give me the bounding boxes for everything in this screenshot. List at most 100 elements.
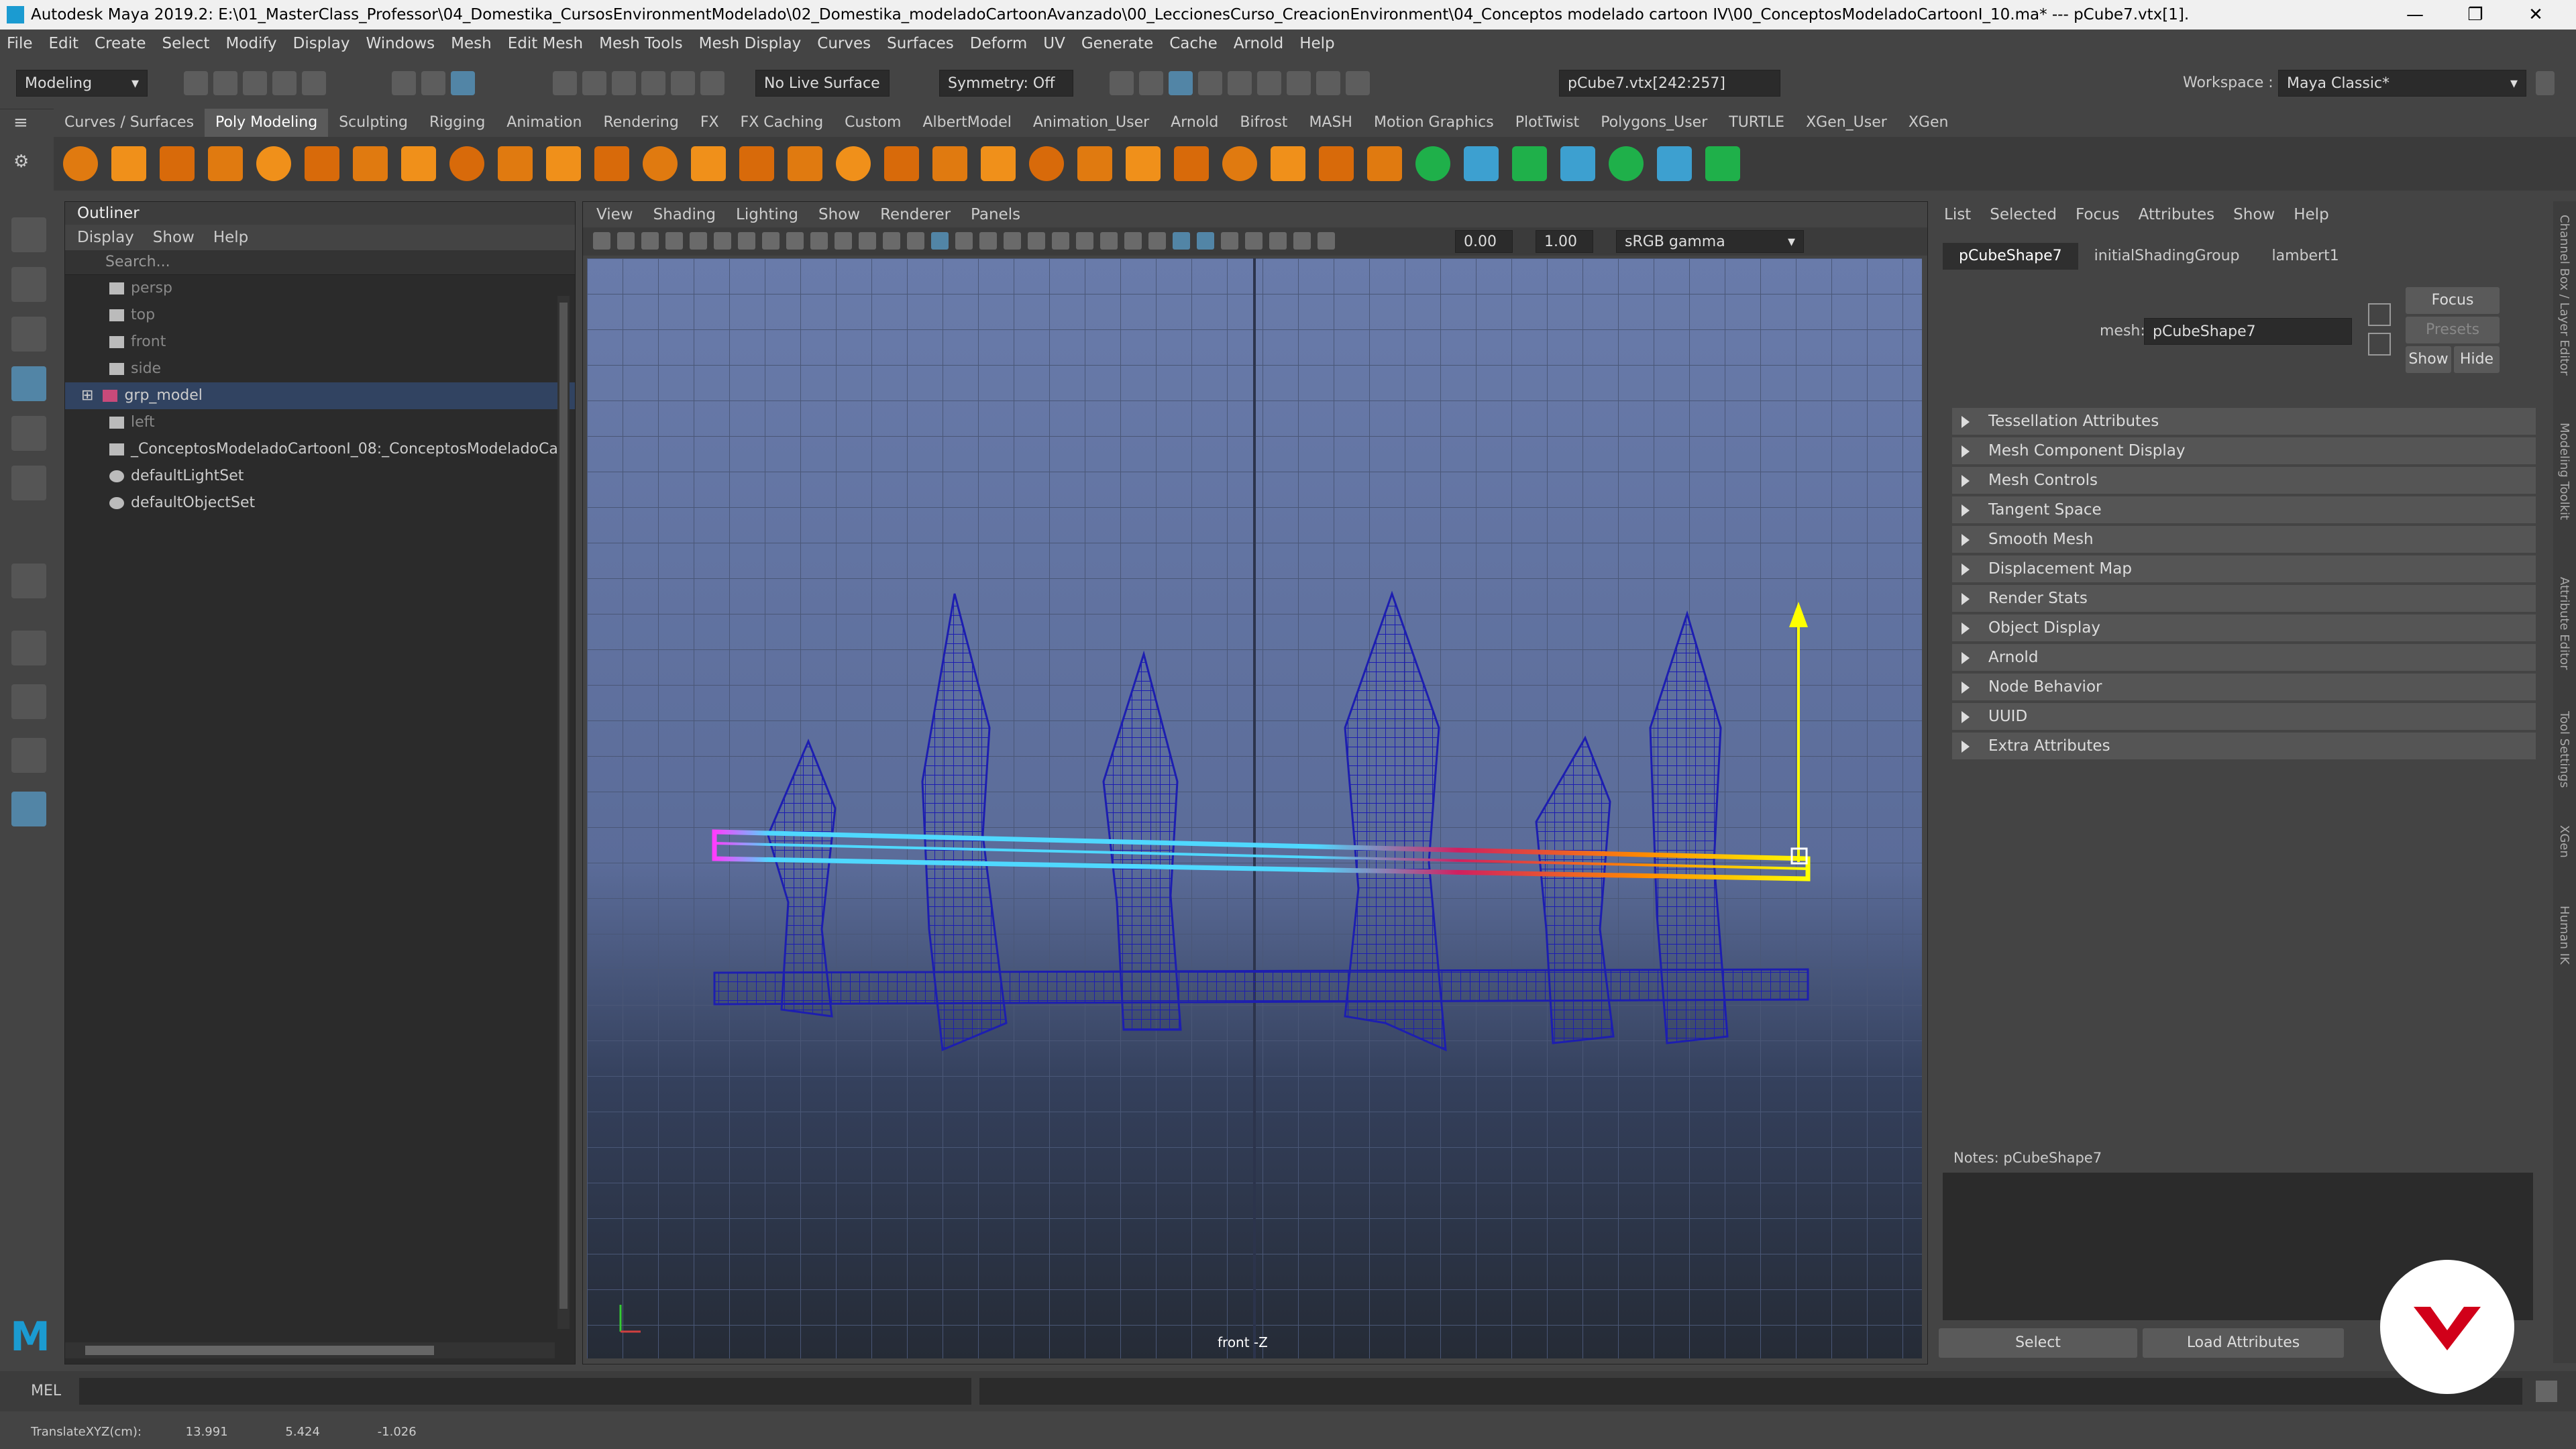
gamma-field[interactable]: 1.00: [1536, 230, 1593, 253]
outliner-item[interactable]: left: [65, 409, 575, 436]
construction-history-icon[interactable]: [1110, 71, 1134, 95]
image-plane-icon[interactable]: [690, 232, 707, 250]
exposure-icon[interactable]: [1293, 232, 1311, 250]
snap-grid-icon[interactable]: [553, 71, 577, 95]
open-scene-icon[interactable]: [213, 71, 237, 95]
poly-disc-icon[interactable]: [353, 146, 388, 181]
close-button[interactable]: ✕: [2509, 0, 2563, 30]
shelf-tab-rigging[interactable]: Rigging: [419, 109, 496, 137]
shelf-tab-mash[interactable]: MASH: [1298, 109, 1363, 137]
safe-title-icon[interactable]: [907, 232, 924, 250]
viewport-menu-view[interactable]: View: [596, 206, 633, 223]
attr-section-tangent-space[interactable]: Tangent Space: [1952, 496, 2536, 523]
snap-view-plane-icon[interactable]: [671, 71, 695, 95]
four-view-layout-icon[interactable]: [11, 684, 46, 719]
screen-space-ao-icon[interactable]: [1076, 232, 1093, 250]
attr-menu-list[interactable]: List: [1944, 206, 1971, 223]
menu-mesh-display[interactable]: Mesh Display: [699, 35, 802, 52]
menu-modify[interactable]: Modify: [225, 35, 276, 52]
menu-mesh[interactable]: Mesh: [451, 35, 492, 52]
selection-field[interactable]: pCube7.vtx[242:257]: [1559, 70, 1780, 97]
menu-surfaces[interactable]: Surfaces: [887, 35, 954, 52]
platonic-solid-icon[interactable]: [401, 146, 436, 181]
field-chart-icon[interactable]: [859, 232, 876, 250]
menu-edit-mesh[interactable]: Edit Mesh: [508, 35, 583, 52]
command-language[interactable]: MEL: [31, 1383, 61, 1399]
rotate-tool-icon[interactable]: [11, 416, 46, 451]
mode-dropdown[interactable]: Modeling ▾: [16, 70, 148, 97]
outliner-vertical-scrollbar[interactable]: [557, 296, 570, 1329]
fill-hole-icon[interactable]: [1077, 146, 1112, 181]
outliner-item[interactable]: front: [65, 329, 575, 356]
grease-pencil-icon[interactable]: [738, 232, 755, 250]
planar-mapping-icon[interactable]: [1657, 146, 1692, 181]
attr-menu-focus[interactable]: Focus: [2076, 206, 2120, 223]
menu-mesh-tools[interactable]: Mesh Tools: [599, 35, 683, 52]
attr-menu-help[interactable]: Help: [2294, 206, 2328, 223]
shadows-icon[interactable]: [1052, 232, 1069, 250]
side-tab-attribute-editor[interactable]: Attribute Editor: [2557, 577, 2571, 669]
new-scene-icon[interactable]: [184, 71, 208, 95]
menu-cache[interactable]: Cache: [1169, 35, 1218, 52]
scale-tool-icon[interactable]: [11, 466, 46, 500]
menu-file[interactable]: File: [7, 35, 33, 52]
menu-windows[interactable]: Windows: [366, 35, 435, 52]
depth-of-field-icon[interactable]: [1148, 232, 1166, 250]
outliner-menu-help[interactable]: Help: [213, 229, 248, 246]
menu-deform[interactable]: Deform: [970, 35, 1028, 52]
shelf-tab-plottwist[interactable]: PlotTwist: [1505, 109, 1590, 137]
select-camera-icon[interactable]: [593, 232, 610, 250]
single-perspective-layout-icon[interactable]: [11, 631, 46, 665]
ipr-pause-icon[interactable]: [1316, 71, 1340, 95]
hide-button[interactable]: Hide: [2454, 346, 2500, 373]
shelf-tab-fx[interactable]: FX: [690, 109, 730, 137]
extrude-icon[interactable]: [932, 146, 967, 181]
mesh-name-field[interactable]: pCubeShape7: [2144, 318, 2352, 345]
live-surface-field[interactable]: No Live Surface: [755, 70, 890, 97]
grid-icon[interactable]: [762, 232, 780, 250]
viewport-menu-shading[interactable]: Shading: [653, 206, 716, 223]
quad-draw-icon[interactable]: [1271, 146, 1305, 181]
outliner-horizontal-scrollbar[interactable]: [65, 1342, 555, 1358]
menu-generate[interactable]: Generate: [1081, 35, 1153, 52]
offset-edge-loop-icon[interactable]: [1367, 146, 1402, 181]
side-tab-xgen[interactable]: XGen: [2557, 825, 2571, 858]
attr-section-mesh-controls[interactable]: Mesh Controls: [1952, 467, 2536, 494]
xray-active-icon[interactable]: [1221, 232, 1238, 250]
redo-icon[interactable]: [302, 71, 326, 95]
side-tab-modeling-toolkit[interactable]: Modeling Toolkit: [2557, 423, 2571, 520]
viewport-menu-show[interactable]: Show: [818, 206, 860, 223]
select-object-icon[interactable]: [421, 71, 445, 95]
shelf-tab-xgen[interactable]: XGen: [1898, 109, 1960, 137]
attr-section-node-behavior[interactable]: Node Behavior: [1952, 674, 2536, 700]
focus-button[interactable]: Focus: [2406, 287, 2500, 314]
shelf-tab-albertmodel[interactable]: AlbertModel: [912, 109, 1022, 137]
poly-svg-type-icon[interactable]: [449, 146, 484, 181]
paint-select-tool-icon[interactable]: [11, 317, 46, 352]
save-scene-icon[interactable]: [243, 71, 267, 95]
poly-cone-icon[interactable]: [208, 146, 243, 181]
outliner-search-input[interactable]: Search...: [65, 250, 575, 275]
lock-icon[interactable]: [2533, 71, 2557, 95]
menu-curves[interactable]: Curves: [817, 35, 871, 52]
poly-torus-icon[interactable]: [256, 146, 291, 181]
attr-tab-lambert1[interactable]: lambert1: [2256, 243, 2355, 270]
poly-cube-icon[interactable]: [111, 146, 146, 181]
menu-uv[interactable]: UV: [1043, 35, 1065, 52]
separate-icon[interactable]: [643, 146, 678, 181]
outliner-item[interactable]: side: [65, 356, 575, 382]
uv-editor-icon[interactable]: [1609, 146, 1644, 181]
attr-section-extra-attributes[interactable]: Extra Attributes: [1952, 733, 2536, 759]
attr-menu-attributes[interactable]: Attributes: [2139, 206, 2215, 223]
ipr-tune-icon[interactable]: [1346, 71, 1370, 95]
outliner-menu-display[interactable]: Display: [77, 229, 134, 246]
ipr-render-icon[interactable]: [1169, 71, 1193, 95]
boolean-icon[interactable]: [788, 146, 822, 181]
poly-svg-icon[interactable]: [546, 146, 581, 181]
attr-menu-show[interactable]: Show: [2233, 206, 2275, 223]
side-tab-human-ik[interactable]: Human IK: [2557, 906, 2571, 965]
target-weld-icon[interactable]: [1174, 146, 1209, 181]
hypershade-icon[interactable]: [1228, 71, 1252, 95]
shelf-tab-turtle[interactable]: TURTLE: [1718, 109, 1795, 137]
expand-icon[interactable]: ⊞: [81, 387, 93, 404]
